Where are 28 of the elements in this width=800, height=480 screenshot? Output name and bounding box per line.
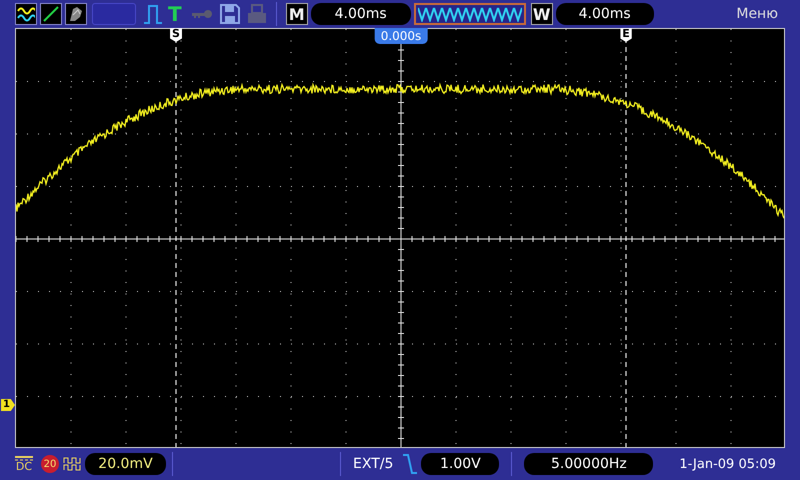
bandwidth-limit-badge: 20 bbox=[41, 455, 59, 473]
persistence-icon[interactable] bbox=[65, 3, 87, 25]
volts-per-div-value: 20.0mV bbox=[85, 453, 166, 475]
main-timebase-label: M bbox=[286, 3, 308, 25]
waveform-icon[interactable] bbox=[15, 3, 37, 25]
frequency-value: 5.00000Hz bbox=[524, 453, 654, 475]
date-time: 1-Jan-09 05:09 bbox=[679, 456, 776, 472]
start-marker[interactable]: S bbox=[170, 28, 182, 42]
pulse-icon[interactable] bbox=[143, 4, 163, 24]
window-timebase-value: 4.00ms bbox=[556, 3, 654, 25]
empty-status-box bbox=[92, 3, 136, 25]
line-icon[interactable] bbox=[40, 3, 62, 25]
trigger-type-label[interactable]: T bbox=[168, 2, 182, 26]
channel-marker[interactable]: 1 bbox=[1, 399, 15, 411]
window-timebase-label: W bbox=[530, 3, 553, 25]
zoom-waveform-icon[interactable] bbox=[414, 3, 526, 25]
printer-icon bbox=[246, 4, 267, 24]
menu-button[interactable]: Меню bbox=[736, 6, 778, 22]
trigger-position-tag[interactable]: 0.000s bbox=[374, 28, 428, 44]
dc-coupling-icon bbox=[15, 456, 33, 461]
end-marker[interactable]: E bbox=[620, 28, 632, 42]
key-icon bbox=[190, 9, 213, 19]
timebase-value: 4.00ms bbox=[310, 3, 411, 25]
falling-edge-icon bbox=[403, 453, 418, 475]
coupling-label: DC bbox=[16, 461, 32, 472]
trigger-source-label: EXT/5 bbox=[353, 456, 394, 472]
trigger-level-value: 1.00V bbox=[421, 453, 500, 475]
square-wave-icon bbox=[63, 456, 81, 472]
